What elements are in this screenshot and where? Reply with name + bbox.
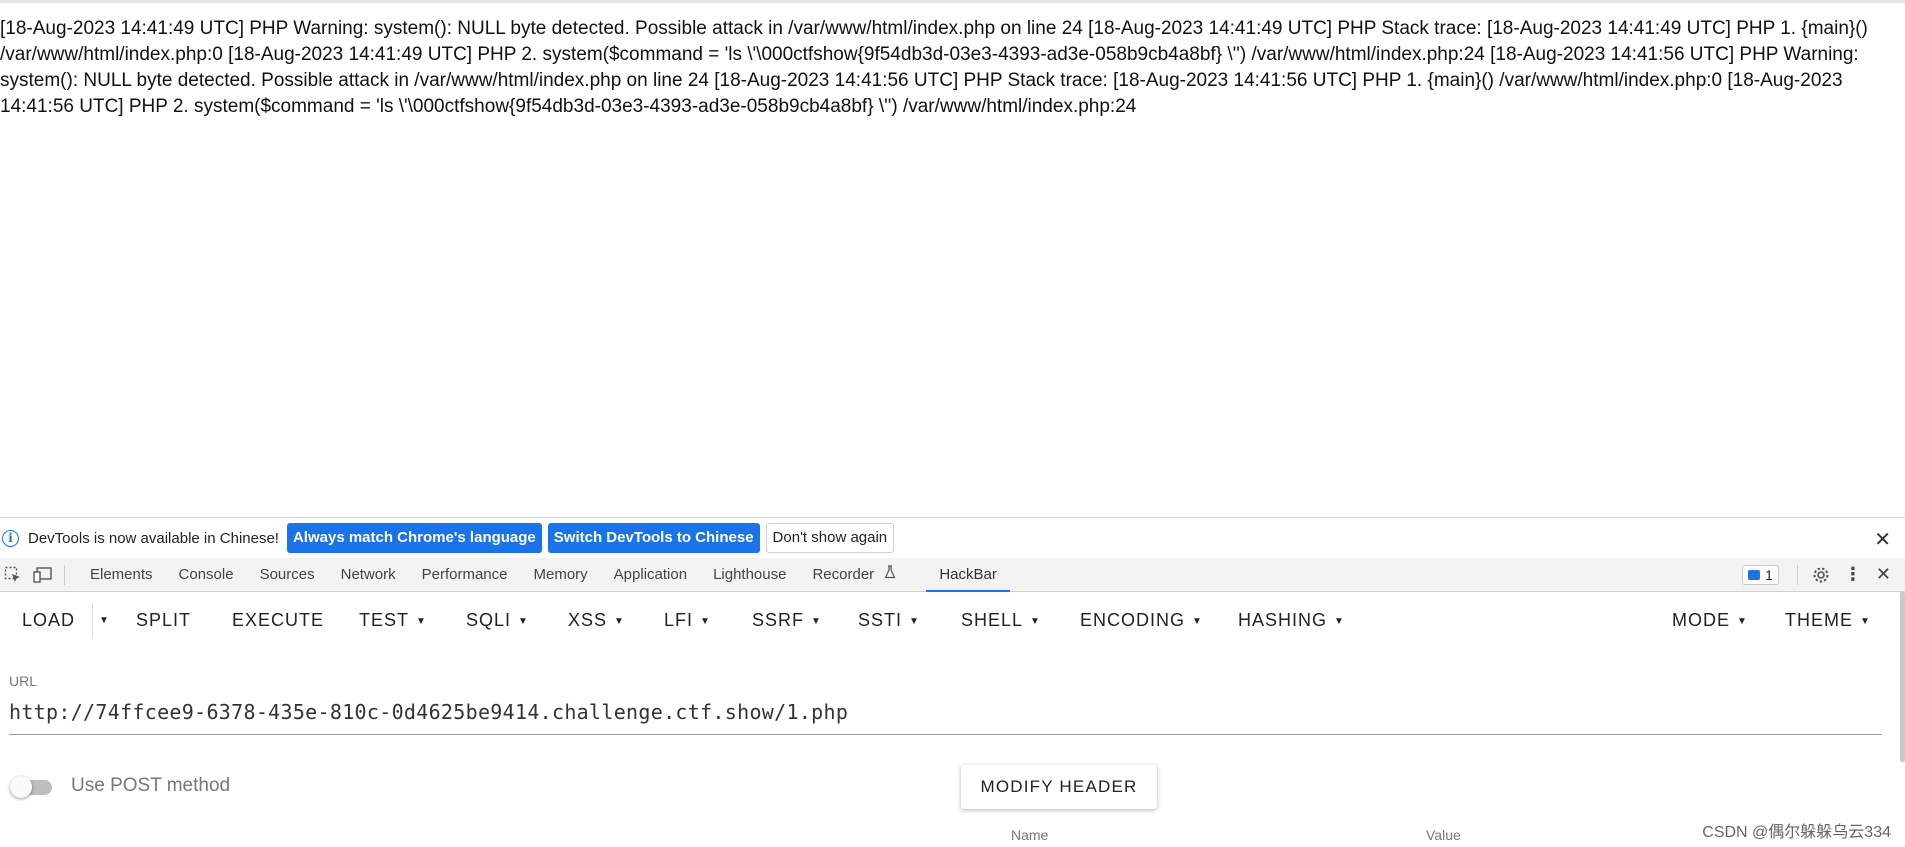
more-options-icon[interactable]: ⋮	[1844, 564, 1862, 585]
shell-label: SHELL	[961, 610, 1024, 630]
caret-down-icon: ▼	[909, 615, 920, 627]
tab-memory[interactable]: Memory	[521, 558, 601, 591]
tab-hackbar[interactable]: HackBar	[926, 558, 1010, 592]
header-value-column: Value	[1426, 827, 1461, 843]
info-icon: i	[2, 529, 19, 547]
mode-label: MODE	[1672, 610, 1730, 630]
encoding-menu[interactable]: ENCODING ▼	[1080, 610, 1203, 631]
tab-sources[interactable]: Sources	[247, 558, 328, 591]
tab-console[interactable]: Console	[166, 558, 247, 591]
switch-to-chinese-button[interactable]: Switch DevTools to Chinese	[547, 523, 760, 553]
browser-top-strip	[0, 0, 1905, 3]
tab-network[interactable]: Network	[328, 558, 409, 591]
toggle-knob	[10, 776, 32, 798]
panel-scrollbar[interactable]	[1900, 592, 1905, 762]
close-icon[interactable]: ✕	[1874, 527, 1891, 552]
split-button[interactable]: SPLIT	[136, 610, 191, 631]
header-name-column: Name	[1011, 827, 1049, 843]
always-match-language-button[interactable]: Always match Chrome's language	[286, 523, 542, 553]
caret-down-icon: ▼	[811, 615, 822, 627]
tab-recorder[interactable]: Recorder	[799, 558, 926, 591]
caret-down-icon: ▼	[1192, 615, 1203, 627]
url-input-underline	[9, 734, 1882, 735]
post-method-toggle[interactable]	[10, 776, 56, 798]
infobar-message: DevTools is now available in Chinese!	[28, 529, 279, 547]
test-menu[interactable]: TEST ▼	[359, 610, 427, 631]
issues-badge[interactable]: 1	[1742, 564, 1779, 585]
xss-menu[interactable]: XSS ▼	[568, 610, 625, 631]
theme-menu[interactable]: THEME ▼	[1785, 610, 1871, 631]
device-toolbar-icon[interactable]	[32, 566, 54, 584]
theme-label: THEME	[1785, 610, 1853, 630]
xss-label: XSS	[568, 610, 608, 630]
ssti-label: SSTI	[858, 610, 903, 630]
caret-down-icon: ▼	[518, 615, 529, 627]
lfi-label: LFI	[664, 610, 694, 630]
caret-down-icon: ▼	[1334, 615, 1345, 627]
issues-count: 1	[1765, 566, 1773, 583]
hackbar-toolbar: LOAD ▼ SPLIT EXECUTE TEST ▼ SQLI ▼ XSS ▼ LF…	[0, 592, 1905, 650]
test-label: TEST	[359, 610, 410, 630]
devtools-right-controls: 1 ⋮ ✕	[1742, 558, 1895, 591]
execute-button[interactable]: EXECUTE	[232, 610, 324, 631]
caret-down-icon: ▼	[1030, 615, 1041, 627]
toolbar-divider	[92, 604, 93, 638]
url-field-label: URL	[9, 673, 38, 689]
sqli-menu[interactable]: SQLI ▼	[466, 610, 529, 631]
gear-icon[interactable]	[1812, 566, 1830, 584]
encoding-label: ENCODING	[1080, 610, 1186, 630]
hackbar-panel: LOAD ▼ SPLIT EXECUTE TEST ▼ SQLI ▼ XSS ▼ LF…	[0, 592, 1905, 847]
caret-down-icon: ▼	[416, 615, 427, 627]
inspect-element-icon[interactable]	[2, 566, 24, 584]
shell-menu[interactable]: SHELL ▼	[961, 610, 1041, 631]
caret-down-icon: ▼	[1737, 615, 1748, 627]
lfi-menu[interactable]: LFI ▼	[664, 610, 711, 631]
hashing-menu[interactable]: HASHING ▼	[1238, 610, 1345, 631]
php-error-output: [18-Aug-2023 14:41:49 UTC] PHP Warning: …	[0, 18, 1868, 117]
csdn-watermark: CSDN @偶尔躲躲乌云334	[1702, 824, 1891, 841]
ssrf-label: SSRF	[752, 610, 805, 630]
post-method-label: Use POST method	[71, 775, 231, 796]
caret-down-icon: ▼	[614, 615, 625, 627]
load-dropdown-caret-icon[interactable]: ▼	[99, 615, 110, 626]
hashing-label: HASHING	[1238, 610, 1328, 630]
tab-elements[interactable]: Elements	[77, 558, 166, 591]
close-devtools-icon[interactable]: ✕	[1876, 564, 1891, 585]
devtools-language-infobar: i DevTools is now available in Chinese! …	[0, 517, 1905, 559]
flask-icon	[884, 565, 896, 583]
tab-application[interactable]: Application	[601, 558, 700, 591]
tab-lighthouse[interactable]: Lighthouse	[700, 558, 799, 591]
modify-header-button[interactable]: MODIFY HEADER	[961, 765, 1157, 809]
toolbar-divider	[64, 564, 65, 585]
devtools-tab-bar: Elements Console Sources Network Perform…	[0, 558, 1905, 592]
url-input[interactable]: http://74ffcee9-6378-435e-810c-0d4625be9…	[9, 700, 848, 724]
mode-menu[interactable]: MODE ▼	[1672, 610, 1748, 631]
issues-icon	[1748, 569, 1761, 580]
ssrf-menu[interactable]: SSRF ▼	[752, 610, 822, 631]
ssti-menu[interactable]: SSTI ▼	[858, 610, 920, 631]
tab-recorder-label: Recorder	[812, 566, 875, 583]
caret-down-icon: ▼	[700, 615, 711, 627]
sqli-label: SQLI	[466, 610, 512, 630]
load-button[interactable]: LOAD	[22, 610, 75, 631]
caret-down-icon: ▼	[1860, 615, 1871, 627]
toolbar-divider	[1796, 564, 1798, 585]
dont-show-again-button[interactable]: Don't show again	[765, 523, 895, 553]
tab-performance[interactable]: Performance	[409, 558, 521, 591]
